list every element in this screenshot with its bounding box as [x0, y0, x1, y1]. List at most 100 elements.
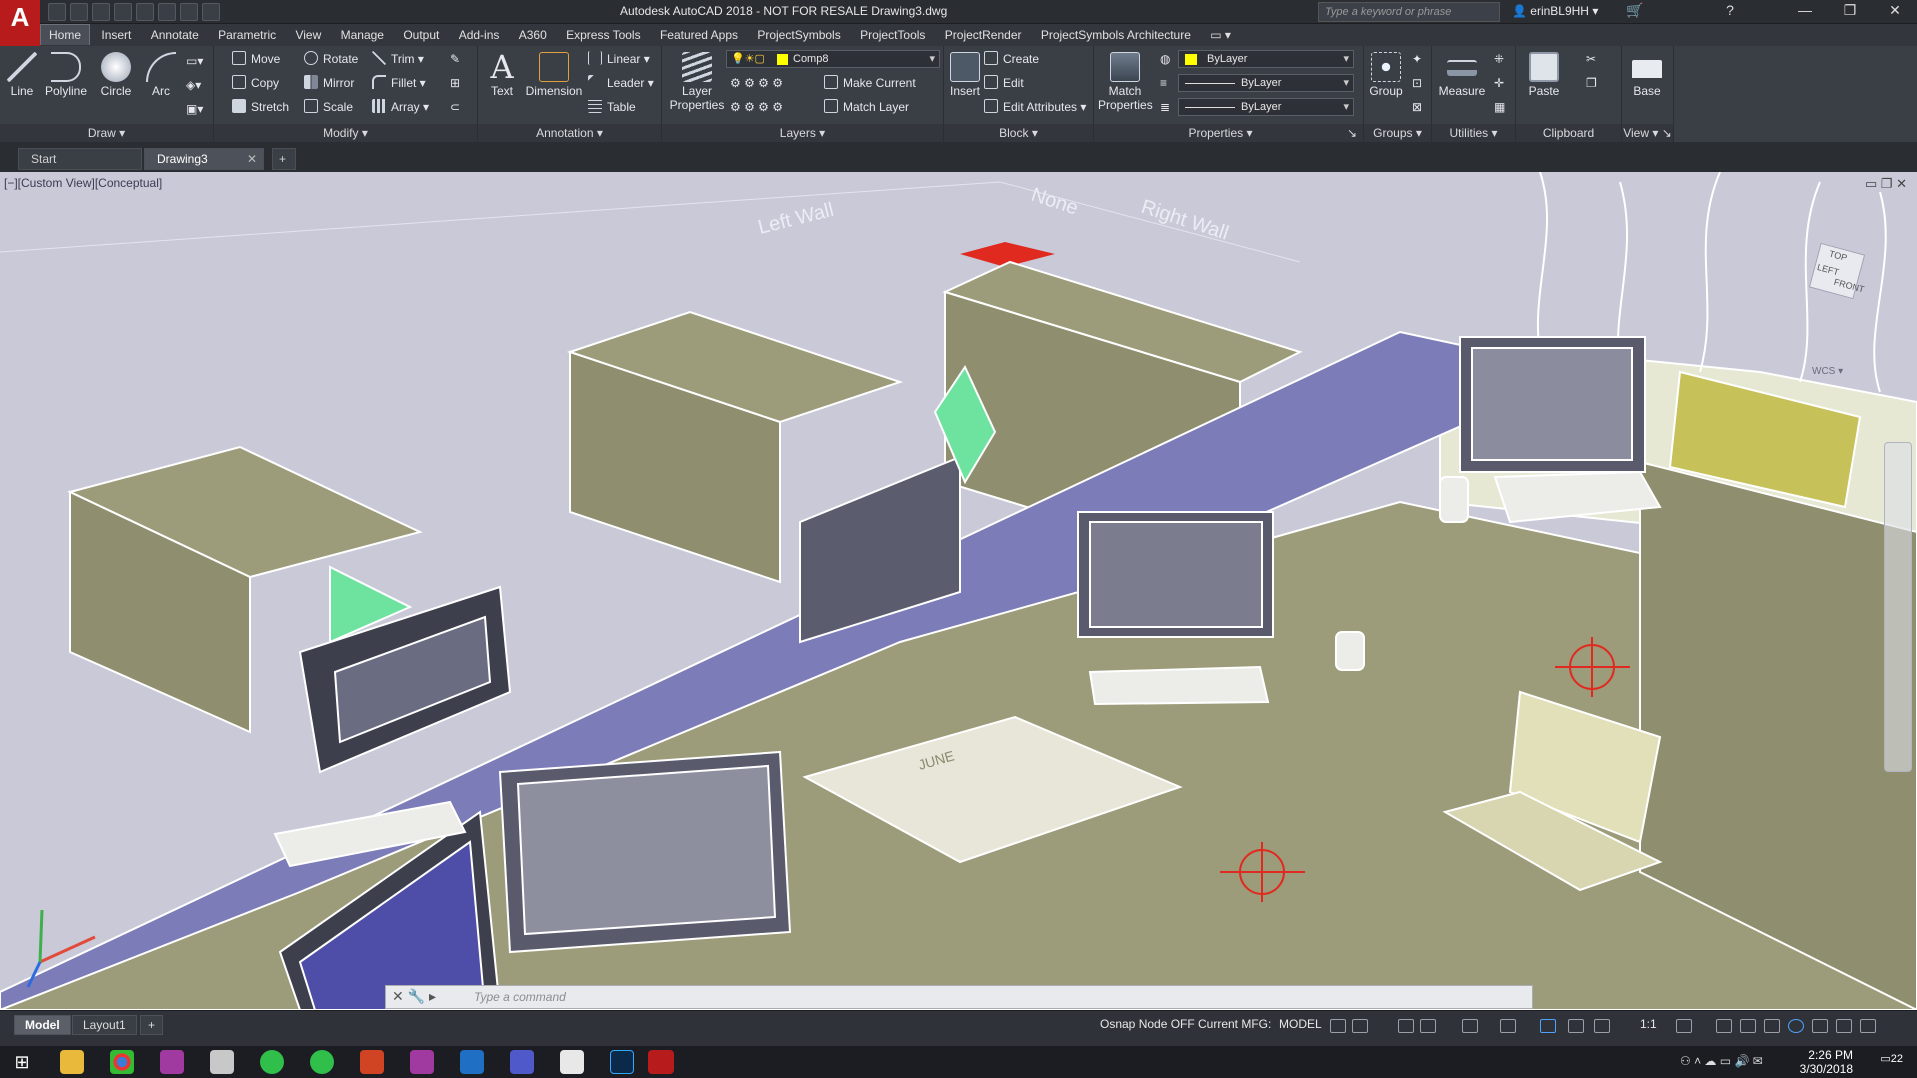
match-layer-button[interactable]: Match Layer	[824, 98, 909, 116]
text-button[interactable]: A Text	[482, 51, 522, 98]
measure-button[interactable]: Measure	[1434, 52, 1490, 98]
point-icon[interactable]: ✛	[1494, 74, 1504, 92]
array-button[interactable]: Array ▾	[372, 98, 429, 116]
edit-block-button[interactable]: Edit	[984, 74, 1024, 92]
command-line-close-icon[interactable]: ✕ 🔧 ▸	[392, 988, 436, 1005]
ortho-icon[interactable]	[1398, 1019, 1414, 1033]
polyline-button[interactable]: Polyline	[44, 52, 88, 98]
viewcube[interactable]: TOP LEFT FRONT	[1800, 234, 1872, 306]
properties-launcher-icon[interactable]: ↘	[1347, 124, 1357, 142]
line-button[interactable]: Line	[6, 52, 38, 98]
navigation-bar[interactable]	[1884, 442, 1912, 772]
isodraft-icon[interactable]	[1500, 1019, 1516, 1033]
calculator-app-icon[interactable]	[210, 1050, 234, 1074]
scale-button[interactable]: Scale	[304, 98, 353, 116]
autocad-taskbar-icon[interactable]	[648, 1050, 674, 1074]
user-account[interactable]: 👤 erinBL9HH ▾	[1512, 4, 1598, 18]
group-select-icon[interactable]: ⊠	[1412, 98, 1422, 116]
open-icon[interactable]	[70, 3, 88, 21]
print-icon[interactable]	[136, 3, 154, 21]
save-as-icon[interactable]	[114, 3, 132, 21]
linear-button[interactable]: Linear ▾	[588, 50, 650, 68]
make-current-button[interactable]: Make Current	[824, 74, 916, 92]
snap-icon[interactable]	[1352, 1019, 1368, 1033]
rotate-button[interactable]: Rotate	[304, 50, 358, 68]
whatsapp-icon[interactable]	[260, 1050, 284, 1074]
osnap-icon[interactable]	[1462, 1019, 1478, 1033]
fillet-button[interactable]: Fillet ▾	[372, 74, 426, 92]
tab-projectsymbols[interactable]: ProjectSymbols	[749, 25, 848, 45]
annotation-scale[interactable]: 1:1	[1640, 1017, 1657, 1031]
explode-icon[interactable]: ⊞	[450, 74, 460, 92]
properties-panel-title[interactable]: Properties ▾ ↘	[1094, 124, 1363, 142]
group-edit-icon[interactable]: ⊡	[1412, 74, 1422, 92]
offset-icon[interactable]: ⊂	[450, 98, 460, 116]
tab-projectsymbols-architecture[interactable]: ProjectSymbols Architecture	[1033, 25, 1199, 45]
arc-button[interactable]: Arc	[144, 52, 178, 98]
new-icon[interactable]	[48, 3, 66, 21]
add-plus-icon[interactable]	[1716, 1019, 1732, 1033]
clipboard-panel-title[interactable]: Clipboard	[1516, 124, 1621, 142]
layers-panel-title[interactable]: Layers ▾	[662, 124, 943, 142]
tab-view[interactable]: View	[287, 25, 329, 45]
system-tray-icons[interactable]: ⚇ ˄ ☁ ▭ 🔊 ✉	[1680, 1054, 1763, 1068]
draw-panel-title[interactable]: Draw ▾	[0, 124, 213, 142]
new-tab-button[interactable]: +	[272, 148, 296, 170]
tab-manage[interactable]: Manage	[333, 25, 392, 45]
utilities-panel-title[interactable]: Utilities ▾	[1432, 124, 1515, 142]
help-icon[interactable]: ?	[1715, 2, 1745, 18]
autodesk-app-icon[interactable]	[410, 1050, 434, 1074]
new-layout-button[interactable]: +	[140, 1015, 164, 1035]
help-search-input[interactable]: Type a keyword or phrase	[1318, 2, 1500, 22]
layer-tools-row1[interactable]: ⚙ ⚙ ⚙ ⚙	[730, 74, 783, 92]
tab-express-tools[interactable]: Express Tools	[558, 25, 648, 45]
photoshop-icon[interactable]	[610, 1050, 634, 1074]
copy-button[interactable]: Copy	[232, 74, 279, 92]
file-explorer-icon[interactable]	[60, 1050, 84, 1074]
viewcube-top[interactable]: TOP	[1828, 249, 1848, 263]
tab-output[interactable]: Output	[395, 25, 447, 45]
notifications-icon[interactable]: ▭22	[1880, 1052, 1903, 1065]
undo-icon[interactable]	[158, 3, 176, 21]
tab-a360[interactable]: A360	[511, 25, 555, 45]
teams-icon[interactable]	[510, 1050, 534, 1074]
fullscreen-icon[interactable]	[1836, 1019, 1852, 1033]
dimension-button[interactable]: Dimension	[522, 52, 586, 98]
ungroup-icon[interactable]: ✦	[1412, 50, 1422, 68]
save-icon[interactable]	[92, 3, 110, 21]
layer-properties-button[interactable]: Layer Properties	[668, 52, 726, 112]
tab-parametric[interactable]: Parametric	[210, 25, 284, 45]
annotation-panel-title[interactable]: Annotation ▾	[478, 124, 661, 142]
close-icon[interactable]: ✕	[1880, 2, 1910, 19]
clean-screen-icon[interactable]	[1812, 1019, 1828, 1033]
workspace-gear-icon[interactable]	[1676, 1019, 1692, 1033]
app-triangle-icon[interactable]	[160, 1050, 184, 1074]
lock-ui-icon[interactable]	[1740, 1019, 1756, 1033]
wcs-menu[interactable]: WCS ▾	[1812, 366, 1843, 377]
tab-annotate[interactable]: Annotate	[143, 25, 207, 45]
ribbon-options-icon[interactable]: ▭ ▾	[1202, 25, 1239, 45]
color-dropdown[interactable]: ByLayer	[1178, 50, 1354, 68]
windows-start-icon[interactable]: ⊞	[10, 1050, 34, 1074]
3d-scene[interactable]: Left Wall Right Wall None JUNE	[0, 172, 1917, 1010]
erase-icon[interactable]: ✎	[450, 50, 460, 68]
tab-drawing3[interactable]: Drawing3 ✕	[144, 148, 264, 170]
tab-projectrender[interactable]: ProjectRender	[937, 25, 1030, 45]
tab-insert[interactable]: Insert	[93, 25, 139, 45]
modify-panel-title[interactable]: Modify ▾	[214, 124, 477, 142]
autocad-logo-icon[interactable]: A	[0, 0, 40, 48]
layout1-tab[interactable]: Layout1	[72, 1015, 137, 1035]
restore-icon[interactable]: ❐	[1835, 2, 1865, 19]
model-space-button[interactable]: MODEL	[1279, 1017, 1322, 1031]
close-tab-icon[interactable]: ✕	[247, 152, 257, 166]
selection-cycling-icon[interactable]	[1594, 1019, 1610, 1033]
model-layout-tab[interactable]: Model	[14, 1015, 71, 1035]
layer-dropdown[interactable]: 💡☀▢ Comp8	[726, 50, 940, 68]
leader-button[interactable]: Leader ▾	[588, 74, 654, 92]
quick-select-icon[interactable]: ⁜	[1494, 50, 1504, 68]
tab-home[interactable]: Home	[40, 24, 91, 45]
viewcube-front[interactable]: FRONT	[1833, 277, 1866, 295]
match-properties-button[interactable]: Match Properties	[1098, 52, 1153, 112]
lineweight-dropdown[interactable]: ByLayer	[1178, 98, 1354, 116]
calculator-icon[interactable]: ▦	[1494, 98, 1505, 116]
